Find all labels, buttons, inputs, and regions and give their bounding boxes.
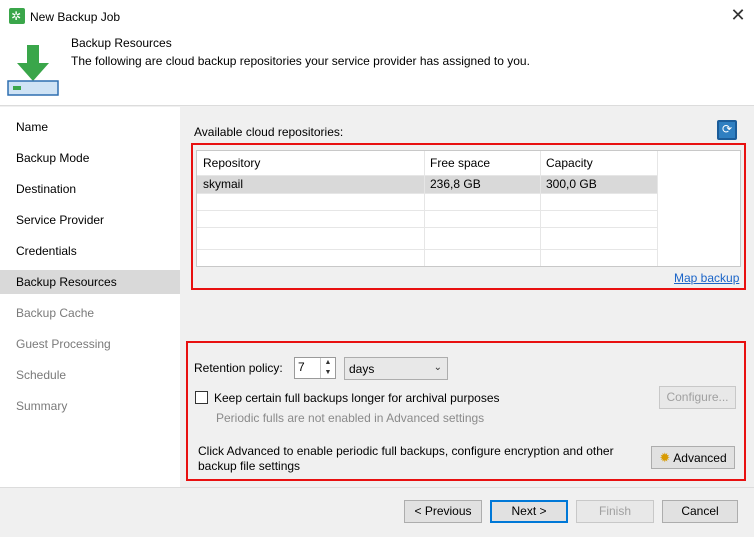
previous-button[interactable]: < Previous	[404, 500, 482, 523]
window-title: New Backup Job	[30, 10, 121, 24]
next-button[interactable]: Next >	[490, 500, 568, 523]
stepper-up-icon[interactable]: ▲	[320, 358, 335, 368]
step-credentials[interactable]: Credentials	[0, 239, 180, 263]
stepper-down-icon[interactable]: ▼	[320, 368, 335, 378]
close-icon[interactable]: ✕	[727, 4, 749, 26]
page-subtitle: The following are cloud backup repositor…	[71, 54, 530, 68]
highlight-repositories	[191, 143, 746, 290]
advanced-button[interactable]: ✹ Advanced	[651, 446, 735, 469]
step-summary: Summary	[16, 399, 68, 413]
title-bar: New Backup Job ✕	[0, 0, 754, 33]
retention-label: Retention policy:	[194, 361, 283, 375]
step-guest-processing: Guest Processing	[16, 337, 111, 351]
wizard-header: Backup Resources The following are cloud…	[0, 33, 754, 106]
step-destination[interactable]: Destination	[0, 177, 180, 201]
repositories-label: Available cloud repositories:	[194, 125, 344, 139]
retention-unit-value: days	[349, 362, 375, 376]
retention-unit-select[interactable]: days ⌄	[344, 357, 448, 380]
footer-divider	[0, 487, 754, 488]
retention-value[interactable]: 7	[298, 360, 305, 374]
app-icon	[9, 8, 25, 24]
backup-arrow-icon	[7, 45, 59, 96]
step-service-provider[interactable]: Service Provider	[0, 208, 180, 232]
cancel-button[interactable]: Cancel	[662, 500, 738, 523]
configure-button[interactable]: Configure...	[659, 386, 736, 409]
step-schedule: Schedule	[16, 368, 67, 382]
step-backup-resources[interactable]: Backup Resources	[0, 270, 180, 294]
gear-icon: ✹	[659, 450, 671, 465]
step-backup-mode[interactable]: Backup Mode	[0, 146, 180, 170]
step-backup-cache: Backup Cache	[16, 306, 95, 320]
advanced-description: Click Advanced to enable periodic full b…	[198, 444, 614, 473]
page-title: Backup Resources	[71, 36, 172, 50]
wizard-steps: Name Backup Mode Destination Service Pro…	[0, 107, 180, 487]
step-name[interactable]: Name	[0, 115, 180, 139]
advanced-button-label: Advanced	[673, 451, 727, 465]
retention-stepper[interactable]: 7 ▲ ▼	[294, 357, 336, 379]
finish-button[interactable]: Finish	[576, 500, 654, 523]
chevron-down-icon: ⌄	[433, 362, 442, 373]
archival-checkbox-label[interactable]: Keep certain full backups longer for arc…	[214, 391, 500, 405]
archival-checkbox[interactable]	[195, 391, 208, 404]
refresh-icon[interactable]: ⟳	[717, 120, 737, 140]
archival-hint: Periodic fulls are not enabled in Advanc…	[216, 411, 485, 425]
